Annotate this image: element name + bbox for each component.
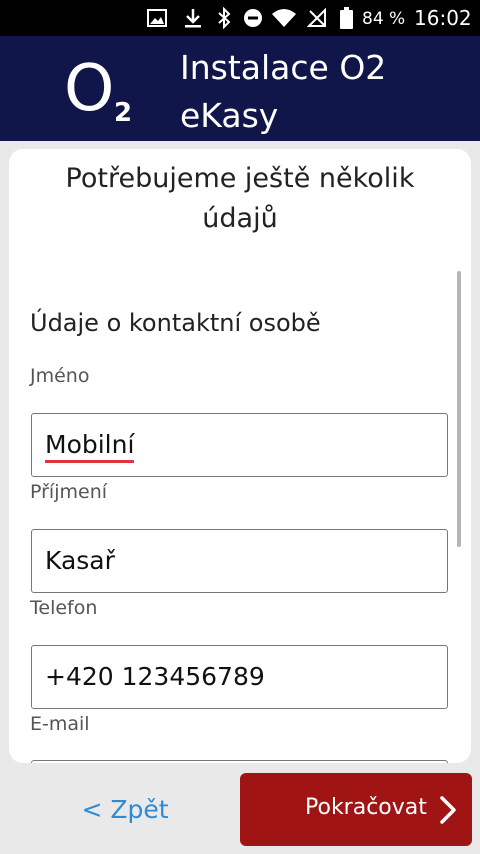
phone-field[interactable]: +420 123456789 — [31, 645, 448, 709]
form-card: Potřebujeme ještě několik údajů Údaje o … — [9, 149, 471, 763]
battery-percent: 84 % — [362, 9, 406, 29]
phone-value: +420 123456789 — [45, 662, 265, 691]
scrollbar[interactable] — [457, 271, 461, 547]
app-header: O 2 Instalace O2 eKasy — [0, 36, 480, 141]
no-signal-icon — [306, 8, 328, 28]
logo-letter: O — [64, 52, 114, 126]
o2-logo: O 2 — [64, 52, 144, 132]
last-name-field[interactable]: Kasař — [31, 529, 448, 593]
email-label: E-mail — [30, 713, 90, 735]
battery-icon — [338, 7, 354, 29]
image-icon — [146, 8, 168, 28]
last-name-label: Příjmení — [30, 481, 108, 503]
back-button[interactable]: < Zpět — [60, 780, 190, 838]
continue-label: Pokračovat — [305, 795, 427, 820]
wifi-icon — [270, 8, 298, 28]
email-field[interactable] — [31, 760, 448, 763]
first-name-field[interactable]: Mobilní — [31, 413, 448, 477]
status-bar: 84 % 16:02 — [0, 0, 480, 36]
chevron-right-icon — [438, 795, 458, 825]
page-title: Instalace O2 eKasy — [180, 48, 387, 135]
logo-digit: 2 — [114, 98, 133, 128]
first-name-label: Jméno — [30, 365, 90, 387]
form-heading: Potřebujeme ještě několik údajů — [65, 163, 415, 234]
section-title: Údaje o kontaktní osobě — [30, 309, 321, 337]
continue-button[interactable]: Pokračovat — [240, 773, 472, 846]
do-not-disturb-icon — [242, 8, 264, 28]
phone-label: Telefon — [30, 597, 98, 619]
last-name-value: Kasař — [45, 546, 115, 575]
download-icon — [182, 8, 204, 28]
first-name-value: Mobilní — [45, 430, 135, 463]
bluetooth-icon — [214, 7, 234, 29]
clock: 16:02 — [414, 6, 472, 30]
